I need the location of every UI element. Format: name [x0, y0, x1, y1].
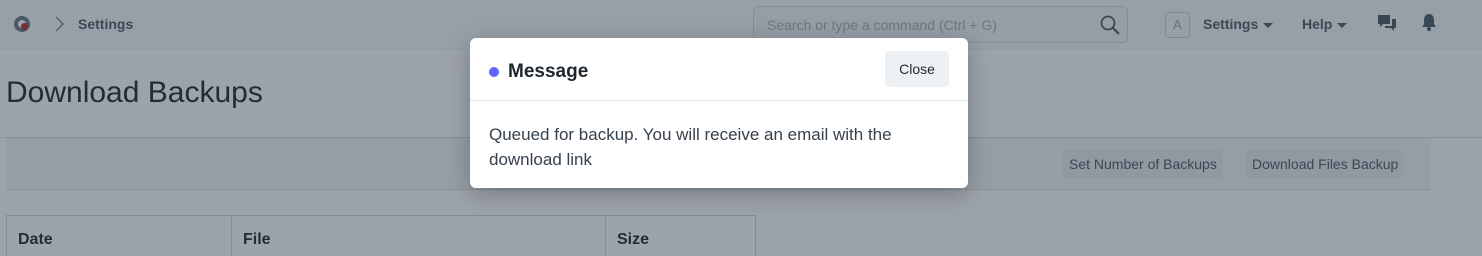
dialog-message: Queued for backup. You will receive an e…: [489, 125, 892, 169]
message-dialog: Message Close Queued for backup. You wil…: [470, 38, 968, 188]
dialog-title: Message: [508, 61, 589, 82]
close-button[interactable]: Close: [885, 51, 949, 87]
dialog-header: Message Close: [470, 38, 968, 101]
indicator-dot-icon: [489, 67, 499, 77]
